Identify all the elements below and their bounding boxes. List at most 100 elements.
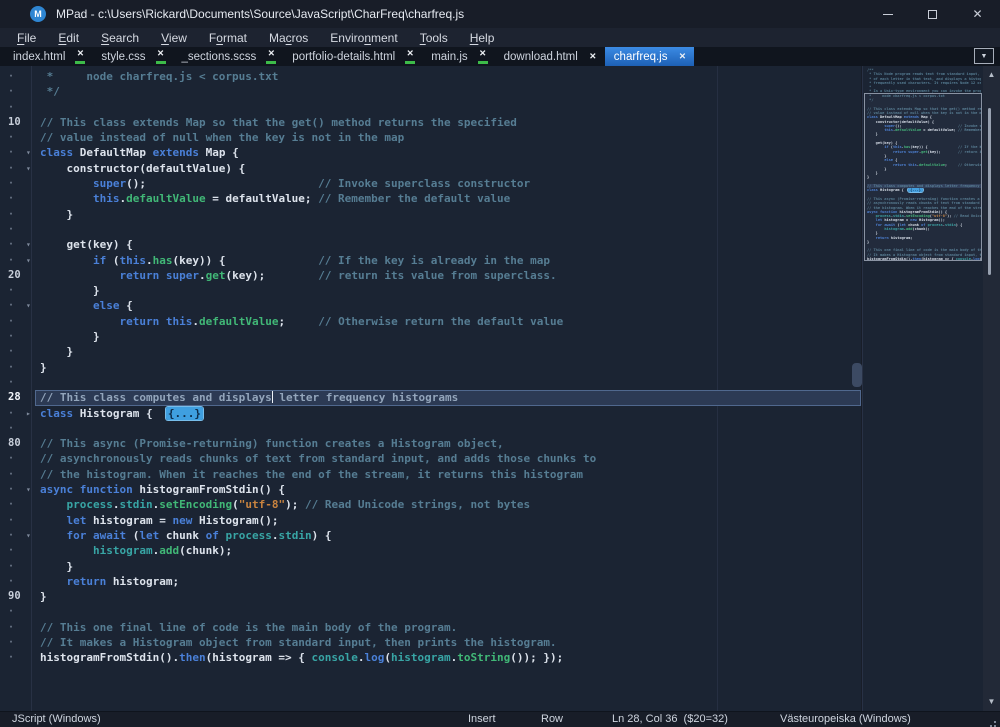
- code-line[interactable]: ·▾ if (this.has(key)) { // If the key is…: [0, 253, 861, 268]
- code-line[interactable]: ·}: [0, 360, 861, 375]
- tab-close-icon[interactable]: ✕: [74, 49, 86, 64]
- close-button[interactable]: ✕: [955, 0, 1000, 28]
- menu-format[interactable]: Format: [198, 31, 258, 45]
- code-line[interactable]: ·▾ constructor(defaultValue) {: [0, 161, 861, 176]
- code-line[interactable]: ·// This one final line of code is the m…: [0, 620, 861, 635]
- tab-style.css[interactable]: style.css✕: [92, 47, 172, 66]
- status-encoding: Västeuropeiska (Windows): [780, 713, 911, 725]
- fold-placeholder[interactable]: {...}: [166, 407, 203, 420]
- code-line[interactable]: ·▾class DefaultMap extends Map {: [0, 145, 861, 160]
- tab-charfreq.js[interactable]: charfreq.js✕: [605, 47, 695, 66]
- fold-toggle-icon[interactable]: ▾: [26, 145, 40, 160]
- code-editor[interactable]: · * node charfreq.js < corpus.txt· */·10…: [0, 66, 861, 711]
- resize-grip-icon[interactable]: [994, 721, 996, 723]
- code-line[interactable]: · }: [0, 344, 861, 359]
- menu-tools[interactable]: Tools: [409, 31, 459, 45]
- gutter-cell: ·: [0, 574, 26, 589]
- code-line[interactable]: · let histogram = new Histogram();: [0, 513, 861, 528]
- tab-close-icon[interactable]: ✕: [587, 52, 599, 61]
- code-line[interactable]: ·▾ get(key) {: [0, 237, 861, 252]
- code-line[interactable]: ·// asynchronously reads chunks of text …: [0, 451, 861, 466]
- saved-indicator: [478, 61, 488, 64]
- gutter-cell: 20: [0, 268, 26, 283]
- gutter-cell: 28: [0, 390, 26, 405]
- status-cursor-position: Ln 28, Col 36 ($20=32): [612, 713, 728, 725]
- saved-indicator: [156, 61, 166, 64]
- fold-toggle-icon[interactable]: ▾: [26, 298, 40, 313]
- code-line[interactable]: 10// This class extends Map so that the …: [0, 115, 861, 130]
- code-line[interactable]: ·▾async function histogramFromStdin() {: [0, 482, 861, 497]
- menu-help[interactable]: Help: [459, 31, 506, 45]
- saved-indicator: [75, 61, 85, 64]
- gutter-cell: ·: [0, 237, 26, 252]
- tab-index.html[interactable]: index.html✕: [4, 47, 92, 66]
- fold-toggle-icon[interactable]: ▾: [26, 237, 40, 252]
- gutter-cell: ·: [0, 329, 26, 344]
- gutter-cell: ·: [0, 375, 26, 390]
- fold-toggle-icon[interactable]: ▾: [26, 253, 40, 268]
- tab-close-icon[interactable]: ✕: [265, 49, 277, 64]
- code-line[interactable]: · }: [0, 207, 861, 222]
- fold-toggle-icon[interactable]: ▸: [26, 406, 40, 421]
- fold-toggle-icon[interactable]: ▾: [26, 161, 40, 176]
- gutter-cell: ·: [0, 620, 26, 635]
- code-line[interactable]: · super(); // Invoke superclass construc…: [0, 176, 861, 191]
- code-line[interactable]: 90}: [0, 589, 861, 604]
- tab-close-icon[interactable]: ✕: [404, 49, 416, 64]
- code-line[interactable]: · return this.defaultValue; // Otherwise…: [0, 314, 861, 329]
- scroll-up-icon[interactable]: ▲: [983, 68, 1000, 82]
- code-line[interactable]: 28// This class computes and displays le…: [0, 390, 861, 405]
- maximize-button[interactable]: [910, 0, 955, 28]
- tab-close-icon[interactable]: ✕: [477, 49, 489, 64]
- minimap-viewport[interactable]: [864, 93, 982, 261]
- code-line[interactable]: ·// the histogram. When it reaches the e…: [0, 467, 861, 482]
- code-line[interactable]: · }: [0, 283, 861, 298]
- tab-download.html[interactable]: download.html✕: [495, 47, 605, 66]
- code-line[interactable]: ·histogramFromStdin().then(histogram => …: [0, 650, 861, 665]
- code-line[interactable]: · this.defaultValue = defaultValue; // R…: [0, 191, 861, 206]
- status-wrap-mode: Row: [541, 713, 563, 725]
- menu-search[interactable]: Search: [90, 31, 150, 45]
- minimize-button[interactable]: [865, 0, 910, 28]
- vertical-scrollbar[interactable]: ▲ ▼: [983, 66, 1000, 711]
- tab-portfolio-details.html[interactable]: portfolio-details.html✕: [283, 47, 422, 66]
- code-line[interactable]: ·: [0, 421, 861, 436]
- code-line[interactable]: · * node charfreq.js < corpus.txt: [0, 69, 861, 84]
- code-line[interactable]: ·: [0, 375, 861, 390]
- fold-toggle-icon[interactable]: ▾: [26, 482, 40, 497]
- code-line[interactable]: · }: [0, 329, 861, 344]
- tab-list-dropdown-button[interactable]: ▼: [974, 48, 994, 64]
- code-line[interactable]: ·▾ for await (let chunk of process.stdin…: [0, 528, 861, 543]
- code-line[interactable]: 80// This async (Promise-returning) func…: [0, 436, 861, 451]
- menu-file[interactable]: File: [6, 31, 47, 45]
- gutter-cell: ·: [0, 360, 26, 375]
- tab-close-icon[interactable]: ✕: [155, 49, 167, 64]
- code-line[interactable]: · histogram.add(chunk);: [0, 543, 861, 558]
- tab-_sections.scss[interactable]: _sections.scss✕: [173, 47, 284, 66]
- code-line[interactable]: ·// It makes a Histogram object from sta…: [0, 635, 861, 650]
- menu-macros[interactable]: Macros: [258, 31, 319, 45]
- code-line[interactable]: · */: [0, 84, 861, 99]
- menu-environment[interactable]: Environment: [319, 31, 408, 45]
- gutter-cell: ·: [0, 451, 26, 466]
- code-line[interactable]: · }: [0, 559, 861, 574]
- tab-close-icon[interactable]: ✕: [676, 52, 688, 61]
- menu-edit[interactable]: Edit: [47, 31, 90, 45]
- code-line[interactable]: · process.stdin.setEncoding("utf-8"); //…: [0, 497, 861, 512]
- code-line[interactable]: 20 return super.get(key); // return its …: [0, 268, 861, 283]
- code-line[interactable]: · return histogram;: [0, 574, 861, 589]
- code-line[interactable]: ·// value instead of null when the key i…: [0, 130, 861, 145]
- menu-view[interactable]: View: [150, 31, 198, 45]
- code-line[interactable]: ·: [0, 604, 861, 619]
- code-line[interactable]: ·▸class Histogram { {...}: [0, 406, 861, 421]
- tab-main.js[interactable]: main.js✕: [422, 47, 494, 66]
- gutter-cell: ·: [0, 100, 26, 115]
- code-line[interactable]: ·▾ else {: [0, 298, 861, 313]
- code-line[interactable]: ·: [0, 100, 861, 115]
- gutter-cell: ·: [0, 253, 26, 268]
- scrollbar-thumb[interactable]: [988, 108, 991, 275]
- code-line[interactable]: ·: [0, 222, 861, 237]
- minimap[interactable]: /** * This Node program reads text from …: [862, 66, 983, 711]
- fold-toggle-icon[interactable]: ▾: [26, 528, 40, 543]
- scroll-down-icon[interactable]: ▼: [983, 695, 1000, 709]
